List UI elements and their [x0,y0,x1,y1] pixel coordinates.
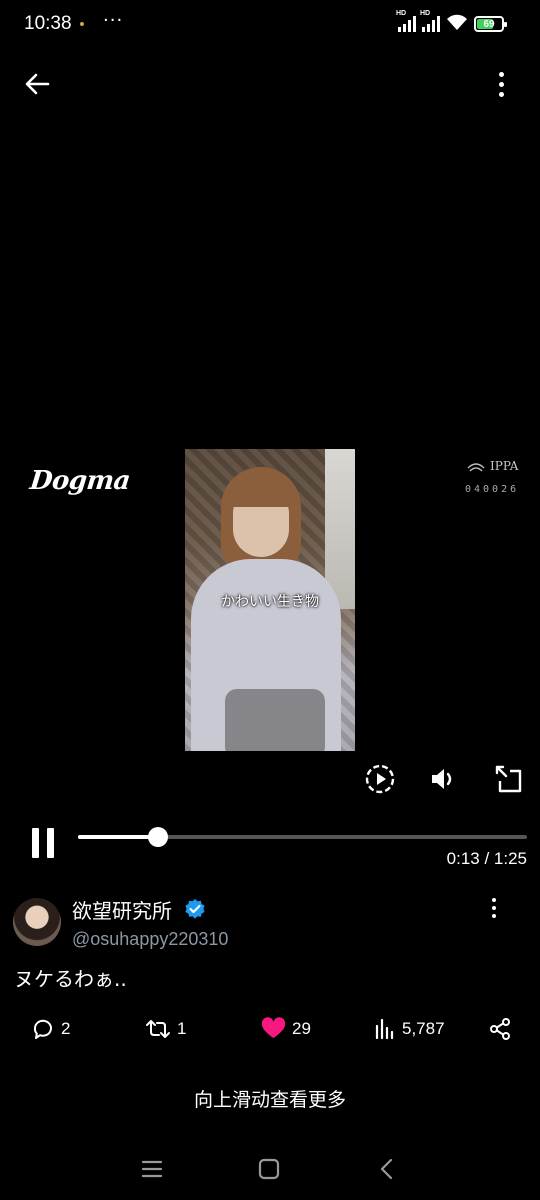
tweet-more-button[interactable] [486,896,502,920]
swipe-up-hint: 向上滑动查看更多 [193,1089,346,1111]
system-back-button[interactable] [372,1155,402,1183]
video-progress-bar[interactable] [78,827,527,847]
tweet-text: ヌケるわぁ.. [14,967,127,991]
like-button[interactable]: 29 [261,1015,311,1043]
playback-speed-button[interactable] [364,763,396,795]
ippa-watermark: IPPA 040026 [465,458,531,498]
author-avatar[interactable] [13,898,61,946]
reply-count: 2 [61,1019,71,1038]
retweet-button[interactable]: 1 [145,1015,186,1043]
time-readout: 0:13 / 1:25 [446,849,527,868]
home-button[interactable] [254,1155,284,1183]
fullscreen-icon [495,765,522,793]
signal-2-label: HD [420,10,431,17]
more-options-button[interactable] [486,66,516,102]
chevron-left-icon [380,1158,393,1180]
ippa-name: IPPA [490,459,519,473]
menu-icon [141,1160,163,1178]
like-count: 29 [292,1019,311,1038]
home-square-icon [258,1158,280,1180]
fullscreen-button[interactable] [492,763,524,795]
status-indicators: HD HD 69 [396,10,507,32]
pause-button[interactable] [32,828,58,858]
progress-fill [78,835,159,839]
status-bar: 10:38 ··· HD HD 69 [0,0,540,48]
views-button[interactable]: 5,787 [374,1015,445,1043]
share-icon [490,1018,510,1040]
ippa-logo-icon [467,463,485,472]
reply-icon [33,1019,52,1039]
view-count: 5,787 [402,1019,445,1038]
playback-speed-icon [365,764,395,794]
arrow-left-icon [25,73,50,95]
share-button[interactable] [488,1015,512,1043]
author-name[interactable]: 欲望研究所 [72,895,172,924]
retweet-icon [146,1020,170,1038]
pause-icon [32,828,39,858]
reply-button[interactable]: 2 [31,1015,70,1043]
dogma-watermark: Dogma [28,466,132,496]
views-chart-icon [375,1018,394,1040]
wifi-icon [447,14,467,30]
heart-icon [261,1017,286,1038]
status-time: 10:38 [24,13,72,34]
retweet-count: 1 [177,1019,187,1038]
notification-dot-icon [80,22,84,26]
progress-scrubber-handle[interactable] [148,827,169,847]
video-player[interactable]: かわいい生き物 [185,449,355,751]
volume-icon [432,769,452,789]
volume-button[interactable] [428,763,460,795]
author-handle[interactable]: @osuhappy220310 [72,929,228,950]
battery-level: 69 [483,18,495,30]
ippa-code: 040026 [465,484,520,495]
more-vertical-icon [492,898,496,902]
back-button[interactable] [20,66,56,102]
more-vertical-icon [498,71,504,77]
status-more-notifications: ··· [103,10,124,31]
signal-1-label: HD [396,10,407,17]
video-caption: かわいい生き物 [221,594,319,610]
battery-icon: 69 [474,16,507,32]
recent-apps-button[interactable] [137,1155,167,1183]
signal-icon-1: HD [396,10,416,32]
verified-badge-icon [185,899,205,919]
signal-icon-2: HD [420,10,440,32]
